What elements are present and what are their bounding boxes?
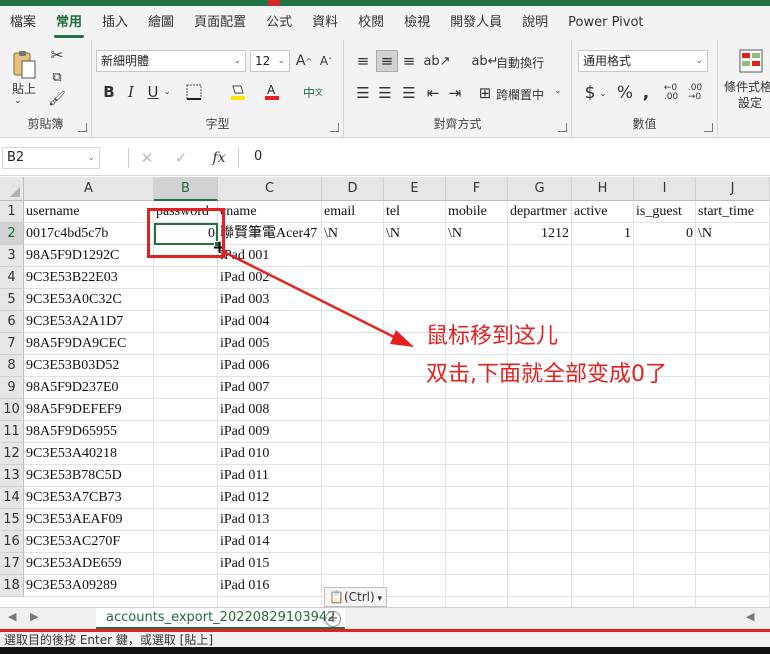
annotation-line-1: 鼠标移到这儿 <box>426 324 559 349</box>
next-sheet-icon[interactable]: ▶ <box>30 610 38 623</box>
annotation-line-2: 双击,下面就全部变成0了 <box>426 362 667 387</box>
status-text: 選取目的後按 Enter 鍵，或選取 [貼上] <box>4 633 214 647</box>
paste-options-label: (Ctrl) <box>343 590 375 604</box>
prev-sheet-icon[interactable]: ◀ <box>8 610 16 623</box>
annotation-arrow-head <box>390 330 414 347</box>
annotation-arrow-line <box>223 250 401 342</box>
add-sheet-icon[interactable]: + <box>325 611 341 627</box>
clipboard-icon: 📋 <box>329 590 344 604</box>
chevron-down-icon: ▾ <box>374 594 383 604</box>
sheet-tab-bar: ◀ ▶ accounts_export_20220829103942 + ◀ <box>0 607 770 630</box>
sheet-tab-accounts[interactable]: accounts_export_20220829103942 <box>96 608 346 630</box>
status-bar: 選取目的後按 Enter 鍵，或選取 [貼上] <box>0 629 770 654</box>
paste-options-button[interactable]: 📋(Ctrl) ▾ <box>324 587 388 607</box>
annotation-arrow <box>223 250 414 347</box>
scroll-left-icon[interactable]: ◀ <box>746 610 754 623</box>
video-controls[interactable] <box>0 647 770 654</box>
